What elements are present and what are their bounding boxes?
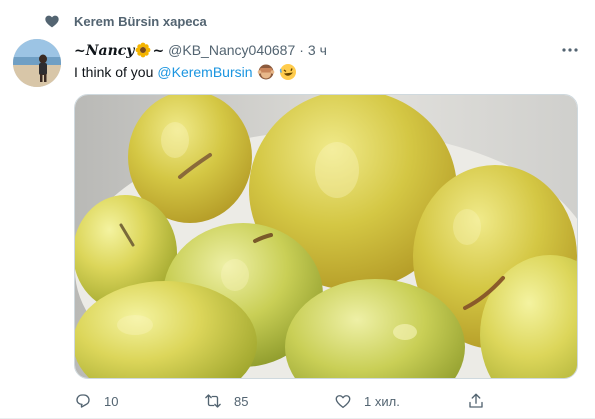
avatar-image	[13, 39, 61, 87]
tweet-body: I think of you	[74, 64, 154, 80]
reply-icon	[76, 394, 90, 408]
avatar[interactable]	[13, 39, 61, 87]
retweet-count: 85	[234, 393, 249, 409]
like-button[interactable]: 1 хил.	[334, 392, 464, 410]
mention-link[interactable]: @KeremBursin	[157, 64, 252, 80]
tweet-header: ~Nancy ~ @KB_Nancy040687 · 3 ч	[74, 40, 579, 60]
share-button[interactable]	[467, 392, 497, 410]
retweet-icon	[205, 394, 221, 408]
like-count: 1 хил.	[364, 393, 400, 409]
like-heart-icon	[335, 395, 351, 409]
social-context-label[interactable]: Kerem Bürsin харесa	[74, 14, 207, 29]
reply-button[interactable]: 10	[74, 392, 204, 410]
plums-photo	[75, 95, 577, 378]
reply-count: 10	[104, 393, 119, 409]
display-name[interactable]: ~Nancy ~	[74, 42, 164, 59]
timestamp[interactable]: 3 ч	[308, 42, 327, 58]
tweet-photo[interactable]	[74, 94, 578, 379]
heart-icon	[45, 15, 59, 28]
separator-dot: ·	[299, 42, 304, 58]
social-context: Kerem Bürsin харесa	[44, 13, 207, 29]
tweet-text: I think of you @KeremBursin	[74, 63, 297, 81]
sunflower-icon	[136, 42, 151, 57]
user-handle[interactable]: @KB_Nancy040687	[168, 42, 295, 58]
share-icon	[469, 393, 483, 408]
tweet-actions: 10 85 1 хил.	[74, 389, 504, 413]
see-no-evil-monkey-icon	[257, 64, 274, 80]
more-options-icon[interactable]	[561, 42, 579, 58]
rolling-laughing-icon	[279, 64, 296, 80]
retweet-button[interactable]: 85	[204, 392, 334, 410]
